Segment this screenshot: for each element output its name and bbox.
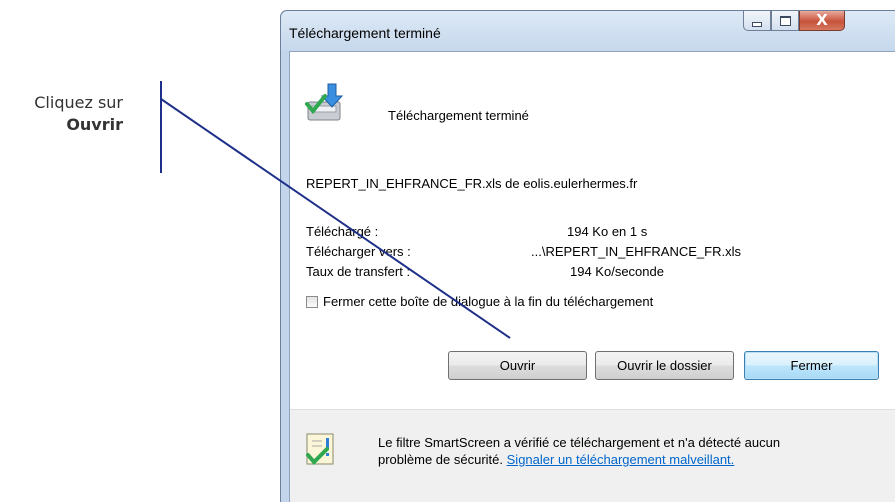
smartscreen-message: Le filtre SmartScreen a vérifié ce téléc…	[378, 434, 780, 468]
minimize-button[interactable]	[743, 11, 771, 31]
smartscreen-message-line1: Le filtre SmartScreen a vérifié ce téléc…	[378, 435, 781, 450]
close-icon: X	[816, 11, 828, 29]
download-status-heading: Téléchargement terminé	[388, 108, 529, 123]
dialog-content: Téléchargement terminé REPERT_IN_EHFRANC…	[289, 51, 895, 502]
close-on-finish-checkbox[interactable]	[306, 295, 318, 308]
download-complete-icon	[305, 83, 344, 121]
close-window-button[interactable]: X	[799, 11, 845, 31]
close-button[interactable]: Fermer	[744, 351, 879, 380]
annotation-line2: Ouvrir	[66, 115, 123, 134]
window-controls: X	[743, 11, 845, 33]
smartscreen-footer: Le filtre SmartScreen a vérifié ce téléc…	[290, 409, 895, 502]
transfer-rate-value: 194 Ko/seconde	[570, 264, 664, 279]
maximize-icon	[779, 15, 791, 26]
open-folder-button[interactable]: Ouvrir le dossier	[595, 351, 734, 380]
download-filename: REPERT_IN_EHFRANCE_FR.xls de eolis.euler…	[306, 176, 638, 191]
download-complete-dialog: Téléchargement terminé X Téléchargement …	[280, 10, 895, 502]
maximize-button[interactable]	[771, 11, 799, 31]
report-malicious-download-link[interactable]: Signaler un téléchargement malveillant.	[507, 452, 735, 467]
minimize-icon	[752, 22, 762, 27]
smartscreen-message-text: problème de sécurité.	[378, 452, 504, 467]
close-on-finish-label: Fermer cette boîte de dialogue à la fin …	[323, 294, 654, 309]
annotation-text: Cliquez sur Ouvrir	[34, 92, 123, 136]
smartscreen-icon	[306, 433, 334, 465]
download-to-label: Télécharger vers :	[306, 244, 411, 259]
close-on-finish-option[interactable]: Fermer cette boîte de dialogue à la fin …	[306, 294, 653, 309]
annotation-line1: Cliquez sur	[34, 93, 123, 112]
window-title: Téléchargement terminé	[289, 25, 441, 41]
title-bar[interactable]: Téléchargement terminé X	[281, 11, 895, 51]
downloaded-label: Téléchargé :	[306, 224, 379, 239]
annotation-vertical-line	[160, 81, 162, 173]
smartscreen-message-line2: problème de sécurité. Signaler un téléch…	[378, 451, 780, 468]
download-to-value: ...\REPERT_IN_EHFRANCE_FR.xls	[531, 244, 741, 259]
open-button[interactable]: Ouvrir	[448, 351, 587, 380]
transfer-rate-label: Taux de transfert :	[306, 264, 411, 279]
downloaded-value: 194 Ko en 1 s	[567, 224, 648, 239]
